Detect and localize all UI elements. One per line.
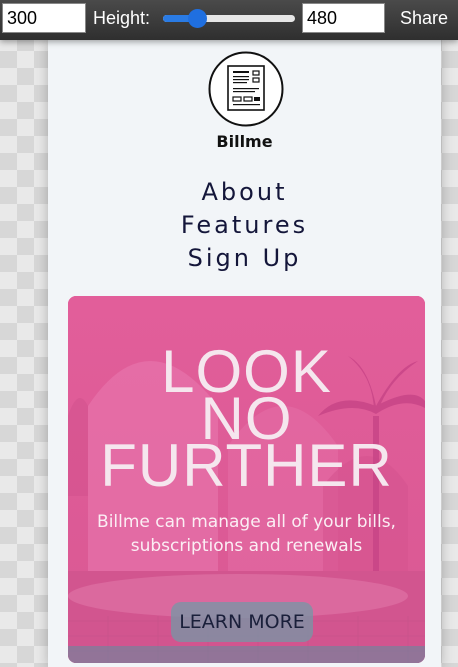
height-input[interactable] bbox=[302, 3, 385, 33]
share-button[interactable]: Share bbox=[400, 8, 448, 28]
hero-card: LOOK NO FURTHER Billme can manage all of… bbox=[68, 296, 425, 663]
height-slider[interactable] bbox=[163, 9, 295, 29]
height-label: Height: bbox=[93, 8, 151, 28]
preview-toolbar: Height: Share bbox=[0, 0, 458, 40]
main-nav: About Features Sign Up bbox=[48, 176, 441, 275]
nav-features[interactable]: Features bbox=[48, 209, 441, 242]
learn-more-button[interactable]: LEARN MORE bbox=[171, 602, 313, 642]
brand-name: Billme bbox=[216, 132, 273, 151]
bill-document-icon bbox=[208, 51, 284, 127]
nav-about[interactable]: About bbox=[48, 176, 441, 209]
hero-title: LOOK NO FURTHER bbox=[68, 342, 425, 499]
slider-thumb[interactable] bbox=[188, 9, 207, 28]
slider-track bbox=[163, 15, 295, 22]
device-viewport: Billme About Features Sign Up LOOK NO FU… bbox=[48, 40, 441, 667]
width-input[interactable] bbox=[2, 3, 86, 33]
hero-title-line: FURTHER bbox=[100, 432, 393, 499]
nav-sign-up[interactable]: Sign Up bbox=[48, 242, 441, 275]
hero-subtitle: Billme can manage all of your bills, sub… bbox=[97, 512, 396, 556]
